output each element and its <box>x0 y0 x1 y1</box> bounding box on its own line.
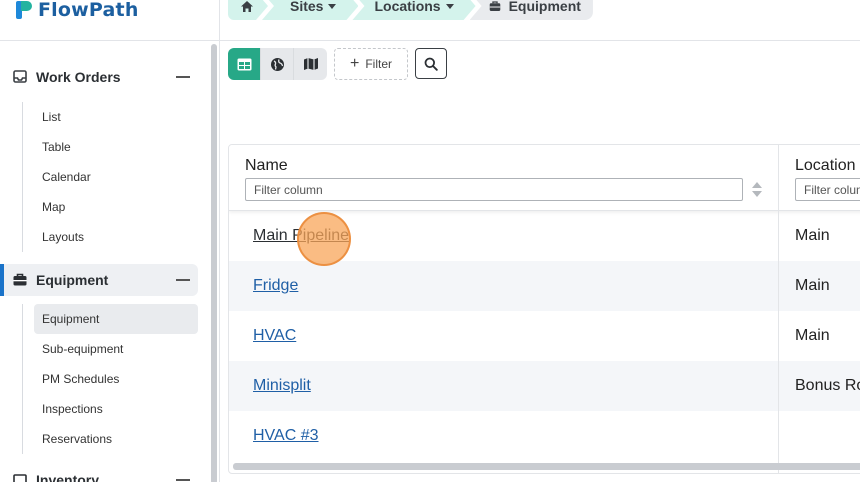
sidebar-section-equipment[interactable]: Equipment <box>0 264 198 296</box>
sidebar-section-work-orders[interactable]: Work Orders <box>0 61 206 93</box>
sidebar-section-label: Inventory <box>36 472 100 482</box>
table-view-button[interactable] <box>228 48 261 80</box>
sort-icon[interactable] <box>752 182 762 198</box>
table-view-icon <box>237 58 251 70</box>
collapse-icon[interactable] <box>176 279 190 281</box>
location-filter-input[interactable] <box>795 178 860 201</box>
toolbox-icon <box>13 273 27 286</box>
column-header-location: Location <box>779 145 860 211</box>
collapse-icon[interactable] <box>176 76 190 78</box>
sidebar: FlowPath Work Orders List Table Calendar… <box>0 0 220 482</box>
toolbox-icon <box>489 0 500 11</box>
sidebar-item-calendar[interactable]: Calendar <box>23 162 198 192</box>
sidebar-section-label: Equipment <box>36 272 109 288</box>
inventory-icon <box>13 474 27 482</box>
table-header: Name Location <box>229 145 860 211</box>
app-name: FlowPath <box>38 0 139 21</box>
column-label: Name <box>245 157 288 174</box>
equipment-submenu: Equipment Sub-equipment PM Schedules Ins… <box>22 304 198 454</box>
search-icon <box>424 57 438 71</box>
equipment-table: Main Pipeline Main Fridge Main HVAC Main… <box>228 144 860 474</box>
sidebar-item-list[interactable]: List <box>23 102 198 132</box>
sidebar-item-reservations[interactable]: Reservations <box>23 424 198 454</box>
header-divider <box>220 40 860 41</box>
logo-icon <box>16 1 32 19</box>
sidebar-item-inspections[interactable]: Inspections <box>23 394 198 424</box>
column-divider <box>778 145 779 473</box>
sidebar-item-pm-schedules[interactable]: PM Schedules <box>23 364 198 394</box>
breadcrumb-locations[interactable]: Locations <box>352 0 475 20</box>
column-label: Location <box>795 157 856 174</box>
globe-view-icon <box>270 57 284 71</box>
work-orders-submenu: List Table Calendar Map Layouts <box>22 102 198 252</box>
sidebar-item-sub-equipment[interactable]: Sub-equipment <box>23 334 198 364</box>
add-filter-button[interactable]: + Filter <box>334 48 408 80</box>
breadcrumb-label: Locations <box>374 0 441 14</box>
map-view-button[interactable] <box>294 48 327 80</box>
breadcrumb-home[interactable] <box>228 0 268 20</box>
filter-label: Filter <box>365 57 392 71</box>
location-cell: Bonus Ro <box>795 377 860 394</box>
breadcrumb-label: Sites <box>290 0 324 14</box>
equipment-name-link[interactable]: Main Pipeline <box>253 211 349 261</box>
sidebar-item-layouts[interactable]: Layouts <box>23 222 198 252</box>
sidebar-item-table[interactable]: Table <box>23 132 198 162</box>
table-row: HVAC Main <box>229 311 860 361</box>
breadcrumb-equipment: Equipment <box>469 0 593 20</box>
table-horizontal-scrollbar[interactable] <box>233 463 860 470</box>
equipment-name-link[interactable]: Minisplit <box>253 361 311 411</box>
search-button[interactable] <box>415 48 447 79</box>
table-row: HVAC #3 <box>229 411 860 461</box>
location-cell: Main <box>795 327 830 344</box>
sidebar-item-map[interactable]: Map <box>23 192 198 222</box>
location-cell: Main <box>795 277 830 294</box>
collapse-icon[interactable] <box>176 479 190 481</box>
plus-icon: + <box>349 55 360 72</box>
sidebar-section-label: Work Orders <box>36 69 121 85</box>
sidebar-scrollbar[interactable] <box>211 44 217 482</box>
inbox-icon <box>13 70 27 83</box>
sidebar-section-inventory[interactable]: Inventory <box>0 464 206 482</box>
table-row: Main Pipeline Main <box>229 211 860 261</box>
table-row: Fridge Main <box>229 261 860 311</box>
chevron-down-icon <box>328 4 336 9</box>
map-view-icon <box>303 58 318 70</box>
name-filter-input[interactable] <box>245 178 743 201</box>
view-switcher <box>228 48 327 80</box>
column-header-name: Name <box>229 145 778 211</box>
equipment-name-link[interactable]: HVAC <box>253 311 296 361</box>
sidebar-item-equipment[interactable]: Equipment <box>34 304 198 334</box>
globe-view-button[interactable] <box>261 48 294 80</box>
equipment-name-link[interactable]: Fridge <box>253 261 298 311</box>
app-logo[interactable]: FlowPath <box>16 0 139 24</box>
table-body: Main Pipeline Main Fridge Main HVAC Main… <box>229 211 860 461</box>
home-icon <box>240 0 254 13</box>
breadcrumb-sites[interactable]: Sites <box>262 0 358 20</box>
breadcrumb-label: Equipment <box>508 0 581 14</box>
table-row: Minisplit Bonus Ro <box>229 361 860 411</box>
sidebar-divider <box>0 40 219 41</box>
breadcrumb: Sites Locations Equipment <box>228 0 593 20</box>
location-cell: Main <box>795 227 830 244</box>
equipment-name-link[interactable]: HVAC #3 <box>253 411 319 461</box>
chevron-down-icon <box>446 4 454 9</box>
